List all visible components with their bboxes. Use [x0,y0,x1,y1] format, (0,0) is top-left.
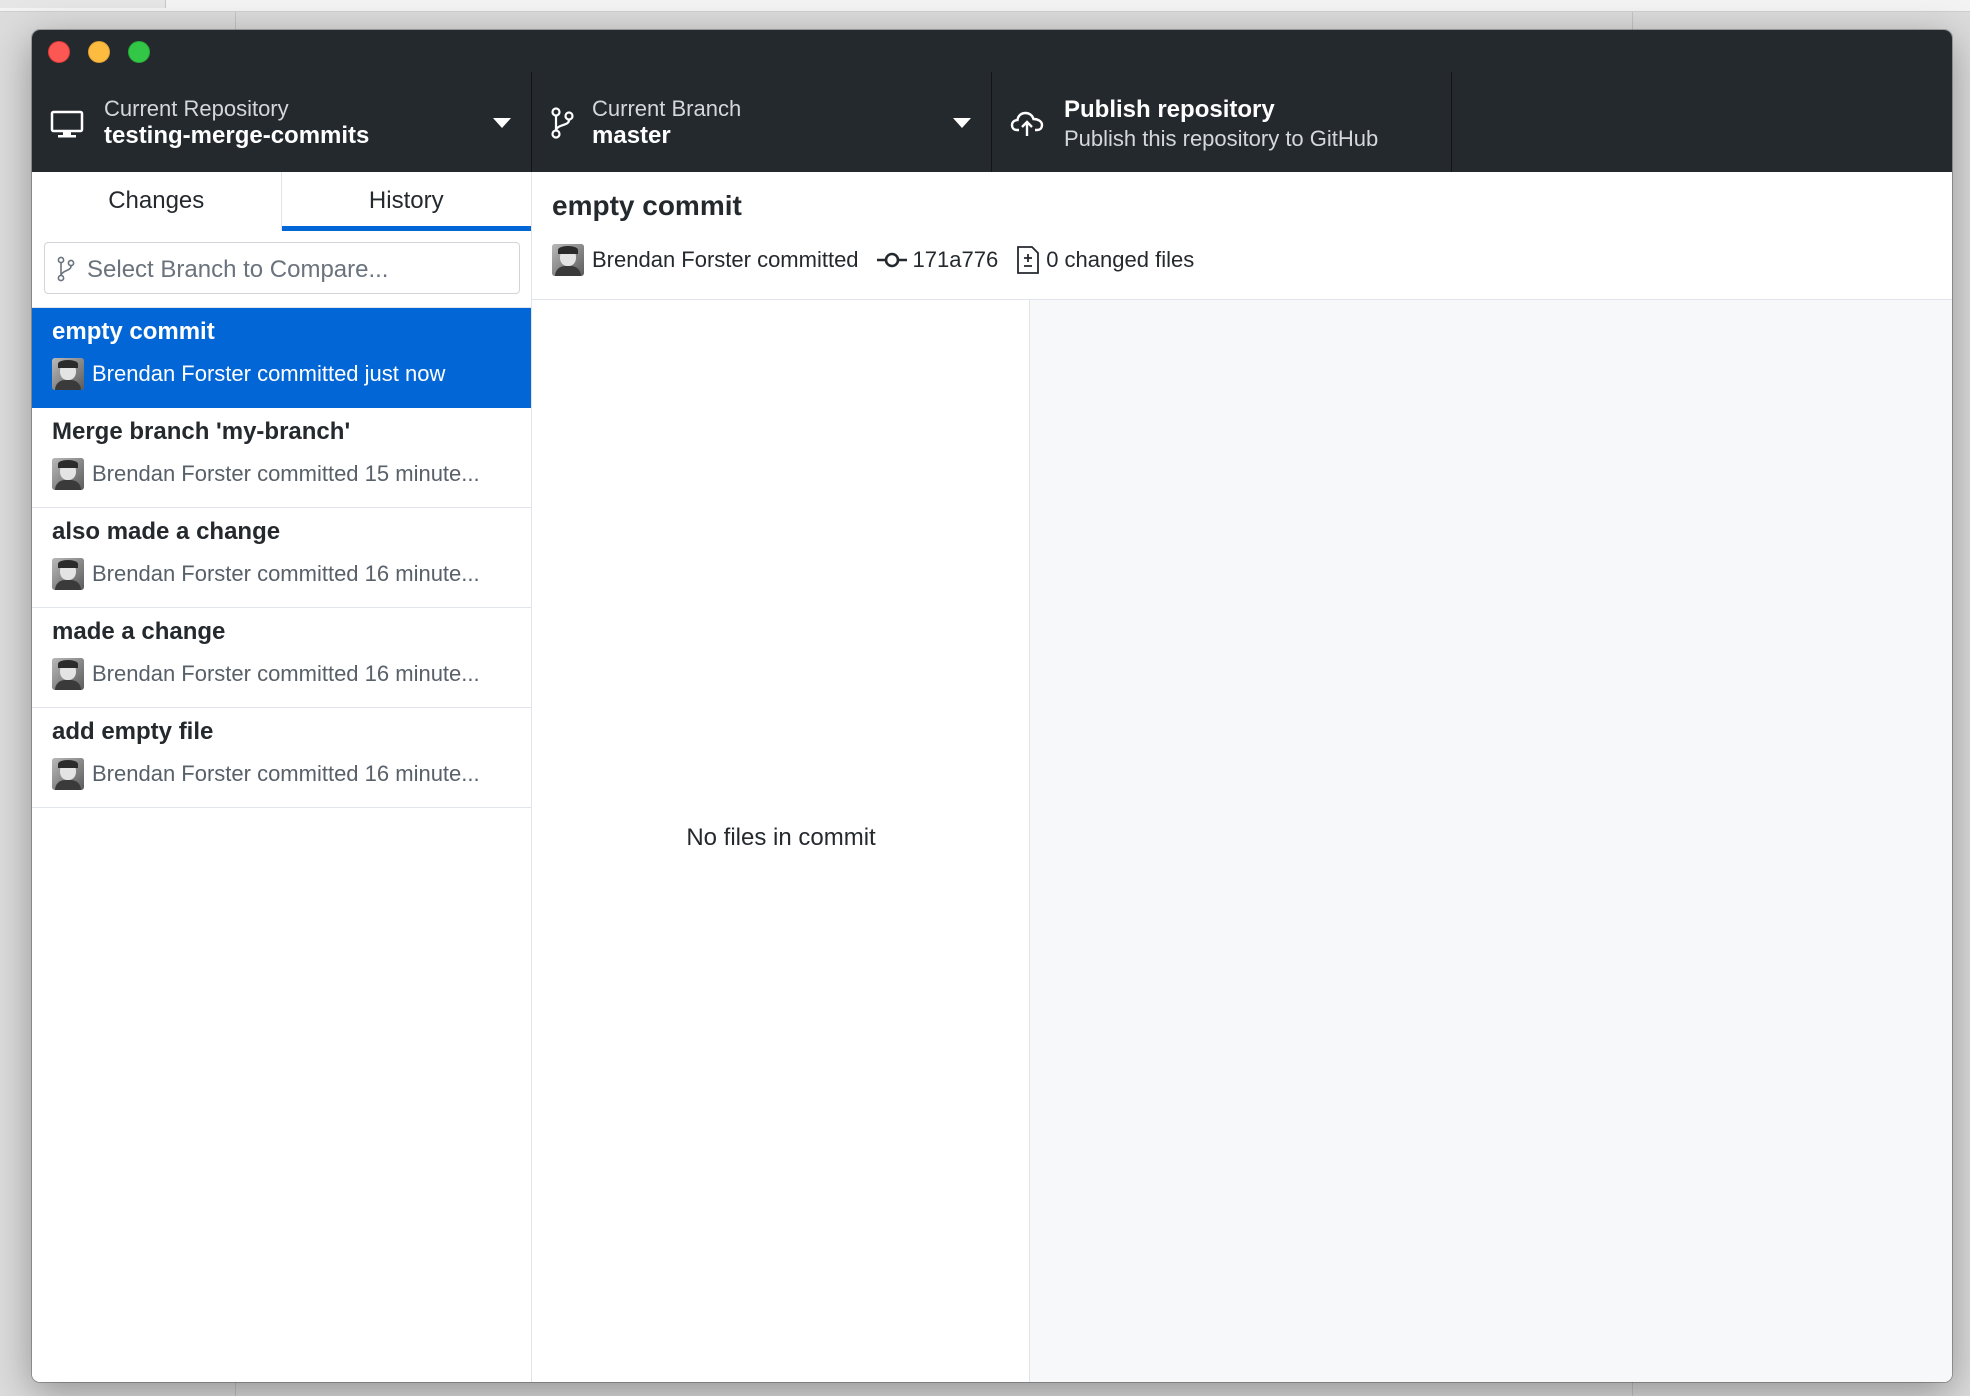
commit-author: Brendan Forster committed [592,247,859,273]
commit-summary: made a change [52,618,225,646]
compare-branch-input[interactable]: Select Branch to Compare... [44,242,520,294]
commit-author-line: Brendan Forster committed just now [92,361,512,387]
commit-detail: empty commit Brendan Forster committed 1… [532,172,1952,1382]
avatar [52,758,84,790]
changed-files-pane: No files in commit [532,300,1030,1382]
avatar [52,458,84,490]
commit-list: empty commit Brendan Forster committed j… [32,308,531,808]
zoom-window-button[interactable] [128,41,150,63]
commit-author-line: Brendan Forster committed 16 minute... [92,761,512,787]
changed-files-count: 0 changed files [1046,247,1194,273]
current-branch-button[interactable]: Current Branch master [532,72,992,172]
avatar [52,658,84,690]
sidebar-tabs: Changes History [32,172,531,230]
commit-author-line: Brendan Forster committed 15 minute... [92,461,512,487]
file-diff-icon [1016,245,1040,275]
tab-changes[interactable]: Changes [32,172,282,230]
branch-name: master [592,122,671,150]
git-commit-icon [877,249,907,271]
commit-metadata: Brendan Forster committed 171a776 0 chan… [552,244,1194,276]
commit-list-item[interactable]: Merge branch 'my-branch' Brendan Forster… [32,408,531,508]
close-window-button[interactable] [48,41,70,63]
commit-list-item[interactable]: add empty file Brendan Forster committed… [32,708,531,808]
desktop-backdrop [0,0,1970,12]
minimize-window-button[interactable] [88,41,110,63]
commit-sha[interactable]: 171a776 [913,247,999,273]
app-window: Current Repository testing-merge-commits… [32,30,1952,1382]
commit-summary: also made a change [52,518,280,546]
commit-header: empty commit Brendan Forster committed 1… [532,172,1952,300]
compare-placeholder: Select Branch to Compare... [87,256,388,284]
no-files-message: No files in commit [532,824,1030,852]
commit-author-line: Brendan Forster committed 16 minute... [92,561,512,587]
commit-author-line: Brendan Forster committed 16 minute... [92,661,512,687]
avatar [552,244,584,276]
commit-list-item[interactable]: also made a change Brendan Forster commi… [32,508,531,608]
commit-list-item[interactable]: made a change Brendan Forster committed … [32,608,531,708]
publish-description: Publish this repository to GitHub [1064,126,1378,152]
commit-summary: Merge branch 'my-branch' [52,418,350,446]
git-branch-icon [550,106,576,140]
chevron-down-icon [953,118,971,128]
current-repository-button[interactable]: Current Repository testing-merge-commits [32,72,532,172]
tab-history[interactable]: History [282,172,532,230]
title-bar [32,30,1952,72]
desktop-icon [50,106,84,140]
chevron-down-icon [493,118,511,128]
compare-branch-area: Select Branch to Compare... [32,230,531,308]
repository-label: Current Repository [104,96,289,122]
commit-title: empty commit [552,190,742,222]
commit-summary: add empty file [52,718,213,746]
diff-pane [1030,300,1952,1382]
publish-repository-button[interactable]: Publish repository Publish this reposito… [992,72,1452,172]
git-branch-icon [57,256,75,282]
publish-title: Publish repository [1064,96,1275,124]
toolbar: Current Repository testing-merge-commits… [32,72,1952,172]
commit-list-item[interactable]: empty commit Brendan Forster committed j… [32,308,531,408]
backdrop-tab [0,0,166,8]
avatar [52,558,84,590]
repository-name: testing-merge-commits [104,122,369,150]
sidebar: Changes History Select Branch to Compare… [32,172,532,1382]
cloud-upload-icon [1010,106,1044,140]
avatar [52,358,84,390]
commit-summary: empty commit [52,318,215,346]
branch-label: Current Branch [592,96,741,122]
